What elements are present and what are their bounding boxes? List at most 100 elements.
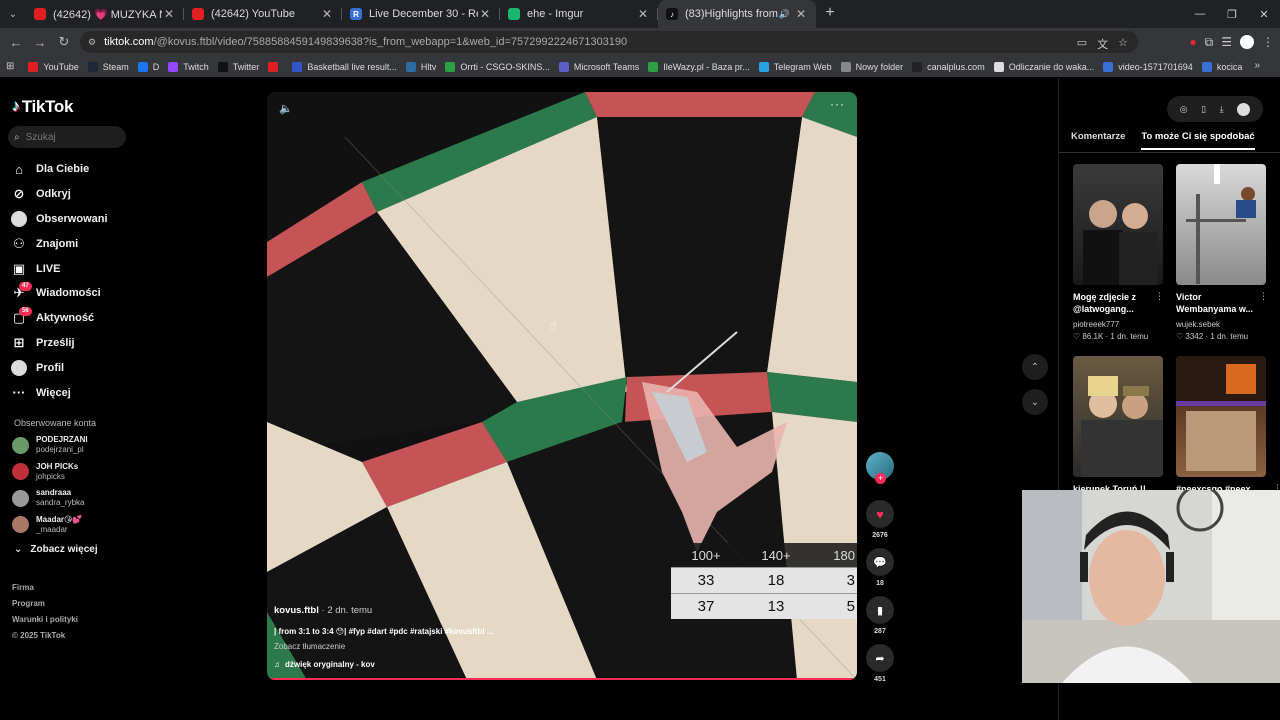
bookmark-item[interactable]: D <box>137 61 159 72</box>
previous-video-button[interactable]: ⌃ <box>1022 354 1048 380</box>
nav-item[interactable]: ▢ 56 Aktywność <box>10 306 108 331</box>
cast-icon[interactable]: ▭ <box>1077 36 1087 52</box>
tab-recommended[interactable]: To może Ci się spodobać <box>1141 131 1255 150</box>
video-thumbnail[interactable] <box>1176 356 1266 477</box>
forward-icon[interactable]: → <box>28 35 52 50</box>
bookmark-item[interactable]: Steam <box>87 61 129 72</box>
see-more-accounts-button[interactable]: ⌄ Zobacz więcej <box>14 544 98 555</box>
bookmark-item[interactable]: Orrti - CSGO-SKINS... <box>445 61 550 72</box>
nav-item[interactable]: Obserwowani <box>10 207 108 232</box>
comment-button[interactable]: 💬 <box>866 548 894 576</box>
share-button[interactable]: ➦ <box>866 644 894 672</box>
nav-item[interactable]: ✈ 47 Wiadomości <box>10 281 108 306</box>
bookmark-star-icon[interactable]: ☆ <box>1118 36 1128 52</box>
video-author[interactable]: kovus.ftbl · 2 dn. temu <box>274 605 372 616</box>
download-icon[interactable]: ⤓ <box>1220 104 1224 115</box>
extension-red-icon[interactable]: ● <box>1189 35 1196 49</box>
restore-icon[interactable]: ❐ <box>1216 0 1248 28</box>
video-thumbnail[interactable] <box>1073 164 1163 285</box>
site-info-icon[interactable]: ⚙ <box>88 37 96 48</box>
bookmark-item[interactable]: IleWazy.pl - Baza pr... <box>648 61 750 72</box>
tab-audio-icon[interactable]: 🔊 <box>779 9 790 20</box>
nav-item[interactable]: ⊞ Prześlij <box>10 331 108 356</box>
footer-link[interactable]: Warunki i polityki <box>12 615 78 624</box>
bookmark-item[interactable]: Telegram Web <box>758 61 832 72</box>
followed-account[interactable]: PODEJRZANI podejrzani_pl <box>12 435 88 455</box>
video-more-options-icon[interactable]: ··· <box>830 97 845 111</box>
tab-search-chevron-icon[interactable]: ⌄ <box>0 0 26 28</box>
nav-item[interactable]: Profil <box>10 355 108 380</box>
nav-item[interactable]: ⌂ Dla Ciebie <box>10 157 108 182</box>
tab-close-icon[interactable]: ✕ <box>320 7 334 21</box>
tab-close-icon[interactable]: ✕ <box>636 7 650 21</box>
nav-item[interactable]: ··· Więcej <box>10 380 108 405</box>
new-tab-button[interactable]: + <box>816 0 844 28</box>
nav-item[interactable]: ⊘ Odkryj <box>10 182 108 207</box>
card-user[interactable]: wujek.sebek <box>1176 320 1220 329</box>
video-progress-bar[interactable] <box>267 678 857 680</box>
nav-item[interactable]: ⚇ Znajomi <box>10 231 108 256</box>
bookmark-item[interactable]: Twitch <box>168 61 209 72</box>
bookmark-item[interactable]: kocica <box>1201 61 1242 72</box>
follow-plus-icon[interactable]: + <box>875 473 886 484</box>
browser-tab[interactable]: R Live December 30 - Restream✕ <box>342 0 500 28</box>
video-thumbnail[interactable] <box>1176 164 1266 285</box>
bookmark-item[interactable]: Hltv <box>405 61 436 72</box>
footer-link[interactable]: Firma <box>12 583 34 592</box>
followed-account[interactable]: JOH PICKs johpicks <box>12 462 78 482</box>
card-title[interactable]: Victor Wembanyama w... <box>1176 291 1260 315</box>
browser-tab[interactable]: ♪ (83)Highlights from PDC M🔊 ✕ <box>658 0 816 28</box>
apps-grid-icon[interactable]: ⊞ <box>6 61 14 72</box>
browser-tab[interactable]: (42642) 💗 MUZYKA NA SY✕ <box>26 0 184 28</box>
compass-icon[interactable]: ◎ <box>1180 104 1188 115</box>
like-button[interactable]: ♥ <box>866 500 894 528</box>
translate-icon[interactable]: 文 <box>1097 36 1108 52</box>
bookmark-item[interactable]: Odliczanie do waka... <box>993 61 1094 72</box>
tab-close-icon[interactable]: ✕ <box>162 7 176 21</box>
browser-tab[interactable]: (42642) YouTube ✕ <box>184 0 342 28</box>
see-translation-link[interactable]: Zobacz tłumaczenie <box>274 642 345 651</box>
tiktok-logo[interactable]: ♪ TikTok <box>12 97 73 117</box>
user-avatar[interactable] <box>1237 102 1251 116</box>
bookmark-item[interactable] <box>268 61 283 72</box>
followed-account[interactable]: sandraaa sandra_rybka <box>12 488 84 508</box>
card-more-icon[interactable]: ⋮ <box>1259 291 1268 302</box>
extensions-icon[interactable]: ⧉ <box>1205 35 1214 50</box>
creator-avatar[interactable]: + <box>866 452 894 484</box>
phone-icon[interactable]: ▯ <box>1201 104 1206 115</box>
tab-close-icon[interactable]: ✕ <box>478 7 492 21</box>
bookmark-item[interactable]: Microsoft Teams <box>558 61 639 72</box>
video-player[interactable]: 🔈 ··· 100+ 140+ 180 33 18 3 37 13 5 kovu… <box>267 92 857 680</box>
bookmark-item[interactable]: Nowy folder <box>840 61 903 72</box>
next-video-button[interactable]: ⌄ <box>1022 389 1048 415</box>
bookmark-item[interactable]: Basketball live result... <box>292 61 397 72</box>
volume-icon[interactable]: 🔈 <box>279 102 293 115</box>
card-title[interactable]: Mogę zdjęcie z @latwogang... <box>1073 291 1157 315</box>
close-window-icon[interactable]: ✕ <box>1248 0 1280 28</box>
reading-list-icon[interactable]: ☰ <box>1221 35 1232 49</box>
browser-tab[interactable]: ehe - Imgur ✕ <box>500 0 658 28</box>
search-input[interactable]: ⌕ Szukaj <box>8 126 126 148</box>
tab-close-icon[interactable]: ✕ <box>794 7 808 21</box>
card-more-icon[interactable]: ⋮ <box>1155 291 1164 302</box>
bookmark-item[interactable]: video-1571701694 <box>1103 61 1193 72</box>
bookmark-item[interactable]: canalplus.com <box>912 61 985 72</box>
minimize-icon[interactable]: — <box>1184 0 1216 28</box>
address-bar[interactable]: ⚙ tiktok.com/@kovus.ftbl/video/758858845… <box>80 31 1138 53</box>
card-user[interactable]: piotreeek777 <box>1073 320 1119 329</box>
reload-icon[interactable]: ↻ <box>52 34 76 50</box>
author-handle[interactable]: kovus.ftbl <box>274 605 319 616</box>
footer-link[interactable]: Program <box>12 599 45 608</box>
tab-comments[interactable]: Komentarze <box>1071 131 1125 150</box>
nav-item[interactable]: ▣ LIVE <box>10 256 108 281</box>
bookmark-item[interactable]: Twitter <box>217 61 259 72</box>
followed-account[interactable]: Maadar😘💕 _maadar <box>12 515 82 535</box>
save-button[interactable]: ▮ <box>866 596 894 624</box>
browser-menu-icon[interactable]: ⋮ <box>1262 35 1274 49</box>
video-thumbnail[interactable] <box>1073 356 1163 477</box>
video-sound[interactable]: ♫ dźwięk oryginalny - kov <box>274 660 375 669</box>
bookmark-item[interactable]: YouTube <box>28 61 79 72</box>
bookmarks-overflow-icon[interactable]: » <box>1254 60 1260 71</box>
profile-avatar-icon[interactable] <box>1240 35 1254 49</box>
back-icon[interactable]: ← <box>4 35 28 50</box>
